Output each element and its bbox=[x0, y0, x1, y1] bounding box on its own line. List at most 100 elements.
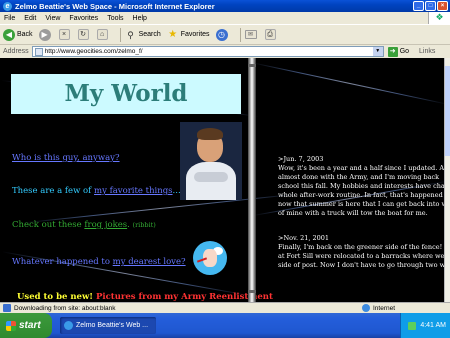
favorites-line: These are a few of my favorite things... bbox=[12, 186, 181, 196]
taskbar: start Zelmo Beattie's Web ... 4:41 AM bbox=[0, 313, 450, 338]
address-bar: Address http://www.geocities.com/zelmo_f… bbox=[0, 44, 450, 58]
vertical-scrollbar[interactable] bbox=[444, 58, 450, 302]
favorites-button[interactable]: ★ Favorites bbox=[167, 28, 210, 41]
chevron-down-icon[interactable]: ▼ bbox=[372, 47, 383, 56]
menu-tools[interactable]: Tools bbox=[107, 15, 123, 22]
back-arrow-icon: ◀ bbox=[3, 28, 15, 41]
news-text: Wow, it's been a year and a half since I… bbox=[278, 164, 444, 217]
used-to-be-new-label: Used to be new! bbox=[17, 292, 94, 302]
minimize-button[interactable]: _ bbox=[413, 1, 424, 11]
search-label: Search bbox=[138, 31, 161, 38]
dearest-love-line: Whatever happened to my dearest love? bbox=[12, 257, 186, 267]
about-link-line: Who is this guy, anyway? bbox=[12, 153, 120, 163]
photo-arms bbox=[194, 172, 228, 182]
start-button[interactable]: start bbox=[0, 313, 52, 338]
about-link[interactable]: Who is this guy, anyway? bbox=[12, 153, 120, 163]
star-icon: ★ bbox=[168, 28, 178, 40]
page-content: My World Who is this guy, anyway? These … bbox=[0, 58, 444, 302]
system-tray: 4:41 AM bbox=[400, 313, 450, 338]
news-text: Finally, I'm back on the greener side of… bbox=[278, 243, 444, 269]
mail-icon: ✉ bbox=[244, 30, 257, 39]
news-entry: >Nov. 21, 2001 Finally, I'm back on the … bbox=[278, 234, 444, 270]
favorites-label: Favorites bbox=[180, 31, 210, 38]
history-button[interactable]: ◷ bbox=[215, 28, 230, 41]
page-title: My World bbox=[11, 74, 241, 114]
reenlistment-link[interactable]: Pictures from my Army Reenlistment bbox=[96, 292, 273, 302]
favorites-suffix: ... bbox=[172, 186, 181, 196]
pillar-ring bbox=[248, 64, 256, 67]
photo-hair bbox=[197, 128, 223, 140]
news-entry: >Jun. 7, 2003 Wow, it's been a year and … bbox=[278, 155, 444, 218]
frog-suffix: . bbox=[127, 220, 130, 230]
taskbar-item-ie[interactable]: Zelmo Beattie's Web ... bbox=[60, 317, 156, 334]
toolbar: ◀ Back ▶ × ↻ ⌂ ⚲ Search ★ Favorites ◷ ✉ … bbox=[0, 24, 450, 44]
start-label: start bbox=[19, 320, 41, 331]
go-label: Go bbox=[399, 48, 410, 55]
address-label: Address bbox=[3, 48, 29, 55]
toolbar-separator bbox=[239, 27, 241, 42]
go-button[interactable]: ➜ Go bbox=[387, 46, 410, 57]
ie-icon bbox=[64, 321, 73, 330]
menu-bar: File Edit View Favorites Tools Help bbox=[0, 12, 450, 24]
forward-button[interactable]: ▶ bbox=[38, 28, 53, 41]
taskbar-item-label: Zelmo Beattie's Web ... bbox=[76, 322, 149, 329]
scrollbar-thumb[interactable] bbox=[445, 66, 450, 156]
ribbit-note: (ribbit) bbox=[132, 221, 156, 229]
pillar-ring bbox=[248, 290, 256, 293]
links-button[interactable]: Links bbox=[419, 48, 435, 55]
menu-help[interactable]: Help bbox=[133, 15, 147, 22]
close-button[interactable]: × bbox=[437, 1, 448, 11]
history-icon: ◷ bbox=[215, 28, 228, 41]
back-label: Back bbox=[17, 31, 33, 38]
menu-view[interactable]: View bbox=[45, 15, 60, 22]
stop-button[interactable]: × bbox=[58, 29, 72, 40]
status-text: Downloading from site: about:blank bbox=[14, 304, 116, 312]
frog-jokes-link[interactable]: frog jokes bbox=[84, 220, 127, 230]
favorite-things-link[interactable]: my favorite things bbox=[94, 186, 173, 196]
search-button[interactable]: ⚲ Search bbox=[125, 29, 161, 41]
clock: 4:41 AM bbox=[420, 322, 446, 329]
mail-button[interactable]: ✉ bbox=[244, 30, 259, 39]
reenlistment-line: Used to be new! Pictures from my Army Re… bbox=[17, 292, 273, 302]
globe-icon bbox=[362, 304, 370, 312]
news-date: >Jun. 7, 2003 bbox=[278, 155, 324, 163]
print-icon: ⎙ bbox=[264, 29, 276, 40]
windows-logo-icon: ❖ bbox=[428, 12, 450, 24]
portrait-photo bbox=[180, 122, 242, 200]
security-zone: Internet bbox=[362, 304, 395, 312]
favorites-prefix: These are a few of bbox=[12, 186, 95, 196]
love-prefix: Whatever happened to bbox=[12, 257, 113, 267]
background-streak bbox=[252, 62, 444, 105]
maximize-button[interactable]: □ bbox=[425, 1, 436, 11]
dearest-love-link[interactable]: my dearest love? bbox=[113, 257, 186, 267]
refresh-icon: ↻ bbox=[77, 29, 89, 40]
loading-page-icon bbox=[3, 304, 11, 312]
status-bar: Downloading from site: about:blank Inter… bbox=[0, 302, 450, 313]
page-icon bbox=[34, 47, 43, 56]
home-button[interactable]: ⌂ bbox=[96, 29, 110, 40]
address-url: http://www.geocities.com/zelmo_f/ bbox=[44, 48, 143, 55]
frame-divider[interactable] bbox=[248, 58, 256, 302]
window-controls: _ □ × bbox=[413, 1, 448, 11]
frog-jokes-line: Check out these frog jokes. (ribbit) bbox=[12, 220, 156, 230]
windows-flag-icon bbox=[6, 320, 16, 331]
stop-icon: × bbox=[58, 29, 70, 40]
refresh-button[interactable]: ↻ bbox=[77, 29, 91, 40]
menu-favorites[interactable]: Favorites bbox=[69, 15, 98, 22]
news-date: >Nov. 21, 2001 bbox=[278, 234, 330, 242]
back-button[interactable]: ◀ Back bbox=[3, 28, 33, 41]
address-input[interactable]: http://www.geocities.com/zelmo_f/ ▼ bbox=[31, 46, 384, 57]
cupid-image bbox=[193, 241, 227, 275]
ie-icon: e bbox=[3, 1, 12, 11]
frog-prefix: Check out these bbox=[12, 220, 85, 230]
home-icon: ⌂ bbox=[96, 29, 108, 40]
print-button[interactable]: ⎙ bbox=[264, 29, 278, 40]
forward-arrow-icon: ▶ bbox=[38, 28, 51, 41]
title-bar: e Zelmo Beattie's Web Space - Microsoft … bbox=[0, 0, 450, 12]
search-icon: ⚲ bbox=[127, 29, 134, 40]
go-arrow-icon: ➜ bbox=[387, 46, 398, 57]
network-icon[interactable] bbox=[408, 321, 417, 330]
menu-edit[interactable]: Edit bbox=[24, 15, 36, 22]
toolbar-separator bbox=[119, 27, 121, 42]
menu-file[interactable]: File bbox=[4, 15, 15, 22]
